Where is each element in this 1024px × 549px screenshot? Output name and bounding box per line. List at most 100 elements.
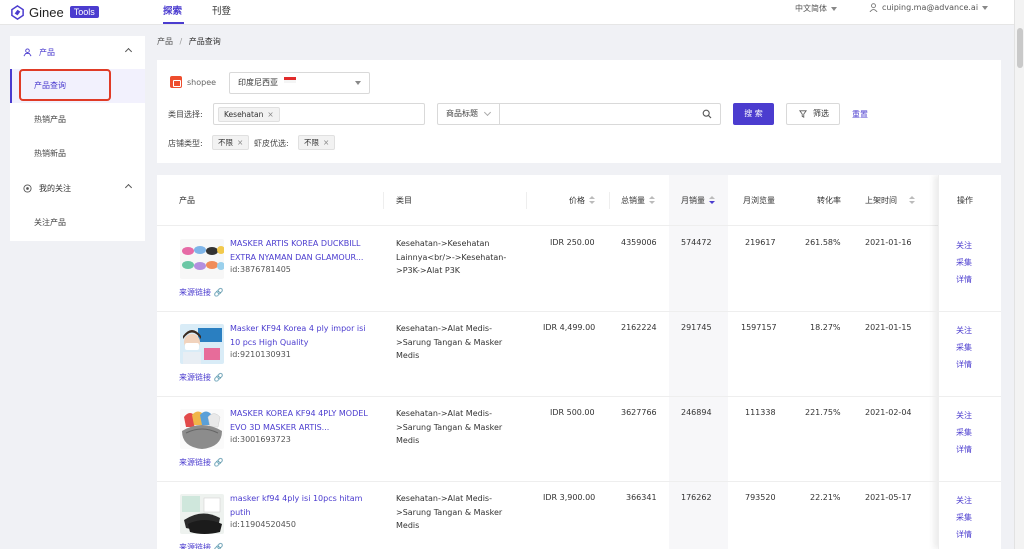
shopee-preferred-value: 不限 bbox=[304, 138, 319, 147]
conversion-rate: 18.27% bbox=[810, 323, 841, 332]
column-header-monthly-sales[interactable]: 月销量 bbox=[681, 175, 715, 226]
follow-action[interactable]: 关注 bbox=[956, 495, 972, 506]
shopee-preferred-tag: 不限 × bbox=[298, 135, 336, 150]
monthly-views: 111338 bbox=[745, 408, 776, 417]
listed-date: 2021-01-15 bbox=[865, 323, 912, 332]
collect-action[interactable]: 采集 bbox=[956, 342, 972, 353]
filter-button[interactable]: 筛选 bbox=[786, 103, 840, 125]
follow-action[interactable]: 关注 bbox=[956, 410, 972, 421]
breadcrumb-separator: / bbox=[179, 37, 183, 46]
sidebar-group-products[interactable]: 产品 bbox=[10, 37, 145, 67]
search-button[interactable]: 搜 索 bbox=[733, 103, 774, 125]
logo[interactable]: Ginee Tools bbox=[10, 4, 99, 20]
conversion-rate: 221.75% bbox=[805, 408, 841, 417]
follow-action[interactable]: 关注 bbox=[956, 325, 972, 336]
source-link[interactable]: 来源链接 🔗 bbox=[179, 457, 224, 468]
product-name-link[interactable]: Masker KF94 Korea 4 ply impor isi 10 pcs… bbox=[230, 322, 375, 349]
detail-action[interactable]: 详情 bbox=[956, 444, 972, 455]
total-sales: 366341 bbox=[626, 493, 657, 502]
mask-black-white-icon bbox=[180, 494, 224, 534]
close-icon[interactable]: × bbox=[237, 138, 243, 147]
source-link-label: 来源链接 bbox=[179, 458, 211, 467]
reset-link[interactable]: 重置 bbox=[852, 109, 868, 120]
tab-listing[interactable]: 刊登 bbox=[212, 3, 231, 17]
platform-label: shopee bbox=[187, 77, 217, 87]
sidebar-item-hot-new[interactable]: 热销新品 bbox=[10, 137, 145, 171]
listed-date: 2021-02-04 bbox=[865, 408, 912, 417]
sidebar-item-hot-products[interactable]: 热销产品 bbox=[10, 103, 145, 137]
breadcrumb: 产品 / 产品查询 bbox=[157, 36, 221, 47]
source-link[interactable]: 来源链接 🔗 bbox=[179, 287, 224, 298]
conversion-rate: 261.58% bbox=[805, 238, 841, 247]
monthly-views: 793520 bbox=[745, 493, 776, 502]
shopee-icon bbox=[170, 76, 182, 88]
country-select[interactable]: 印度尼西亚 bbox=[229, 72, 370, 94]
user-menu[interactable]: cuiping.ma@advance.ai bbox=[869, 3, 989, 12]
product-price: IDR 4,499.00 bbox=[543, 323, 596, 332]
table-row: Masker KF94 Korea 4 ply impor isi 10 pcs… bbox=[157, 312, 1001, 397]
column-header-price[interactable]: 价格 bbox=[569, 175, 595, 226]
total-sales: 3627766 bbox=[621, 408, 657, 417]
listed-date: 2021-01-16 bbox=[865, 238, 912, 247]
monthly-sales: 291745 bbox=[681, 323, 712, 332]
sidebar-group-my-follows[interactable]: 我的关注 bbox=[10, 173, 145, 203]
detail-action[interactable]: 详情 bbox=[956, 274, 972, 285]
shopee-preferred-label: 虾皮优选: bbox=[254, 139, 289, 148]
product-name-link[interactable]: MASKER KOREA KF94 4PLY MODEL EVO 3D MASK… bbox=[230, 407, 375, 434]
ginee-logo-icon bbox=[11, 4, 24, 20]
link-icon: 🔗 bbox=[213, 543, 224, 549]
table-row: MASKER ARTIS KOREA DUCKBILL EXTRA NYAMAN… bbox=[157, 227, 1001, 312]
column-header-label: 总销量 bbox=[621, 196, 645, 205]
shop-type-label: 店铺类型: bbox=[168, 139, 203, 148]
close-icon[interactable]: × bbox=[323, 138, 329, 147]
follow-action[interactable]: 关注 bbox=[956, 240, 972, 251]
search-field-select[interactable]: 商品标题 bbox=[438, 104, 500, 124]
page-scrollbar[interactable] bbox=[1014, 0, 1024, 549]
column-divider bbox=[383, 192, 384, 209]
collect-action[interactable]: 采集 bbox=[956, 257, 972, 268]
collect-action[interactable]: 采集 bbox=[956, 512, 972, 523]
source-link[interactable]: 来源链接 🔗 bbox=[179, 542, 224, 549]
collect-action[interactable]: 采集 bbox=[956, 427, 972, 438]
breadcrumb-parent[interactable]: 产品 bbox=[157, 37, 173, 46]
mask-woman-icon bbox=[180, 324, 224, 364]
product-price: IDR 3,900.00 bbox=[543, 493, 596, 502]
product-id: id:3876781405 bbox=[230, 265, 291, 274]
product-name-link[interactable]: MASKER ARTIS KOREA DUCKBILL EXTRA NYAMAN… bbox=[230, 237, 375, 264]
column-header-actions: 操作 bbox=[957, 196, 973, 205]
sidebar: 产品 产品查询 热销产品 热销新品 我的关注 bbox=[10, 36, 145, 212]
mask-colorful-icon bbox=[180, 239, 224, 279]
language-selector[interactable]: 中文简体 bbox=[795, 3, 837, 14]
source-link[interactable]: 来源链接 🔗 bbox=[179, 372, 224, 383]
user-email: cuiping.ma@advance.ai bbox=[882, 3, 979, 12]
product-category: Kesehatan->Kesehatan Lainnya<br/>->Keseh… bbox=[396, 239, 507, 275]
category-label: 类目选择: bbox=[168, 110, 203, 119]
column-header-label: 月销量 bbox=[681, 196, 705, 205]
tab-explore[interactable]: 探索 bbox=[163, 3, 182, 17]
column-header-total-sales[interactable]: 总销量 bbox=[621, 175, 655, 226]
listed-date: 2021-05-17 bbox=[865, 493, 912, 502]
search-icon[interactable] bbox=[702, 109, 712, 119]
column-header-listed-date[interactable]: 上架时间 bbox=[865, 175, 915, 226]
sidebar-item-followed-products[interactable]: 关注产品 bbox=[10, 206, 145, 240]
column-header-label: 价格 bbox=[569, 196, 585, 205]
total-sales: 4359006 bbox=[621, 238, 657, 247]
link-icon: 🔗 bbox=[213, 373, 224, 382]
filter-icon bbox=[799, 110, 807, 118]
detail-action[interactable]: 详情 bbox=[956, 529, 972, 540]
source-link-label: 来源链接 bbox=[179, 288, 211, 297]
monthly-views: 219617 bbox=[745, 238, 776, 247]
shop-type-tag: 不限 × bbox=[212, 135, 250, 150]
platform-shopee[interactable]: shopee bbox=[170, 76, 216, 88]
column-header-product: 产品 bbox=[179, 175, 195, 226]
sidebar-group-label: 我的关注 bbox=[39, 183, 71, 193]
scrollbar-thumb[interactable] bbox=[1017, 28, 1023, 68]
detail-action[interactable]: 详情 bbox=[956, 359, 972, 370]
table-row: MASKER KOREA KF94 4PLY MODEL EVO 3D MASK… bbox=[157, 397, 1001, 482]
user-icon bbox=[869, 3, 878, 12]
category-select[interactable]: Kesehatan × bbox=[213, 103, 425, 125]
language-label: 中文简体 bbox=[795, 4, 827, 13]
product-name-link[interactable]: masker kf94 4ply isi 10pcs hitam putih bbox=[230, 492, 375, 519]
annotation-highlight-box bbox=[19, 69, 111, 101]
close-icon[interactable]: × bbox=[267, 110, 273, 119]
